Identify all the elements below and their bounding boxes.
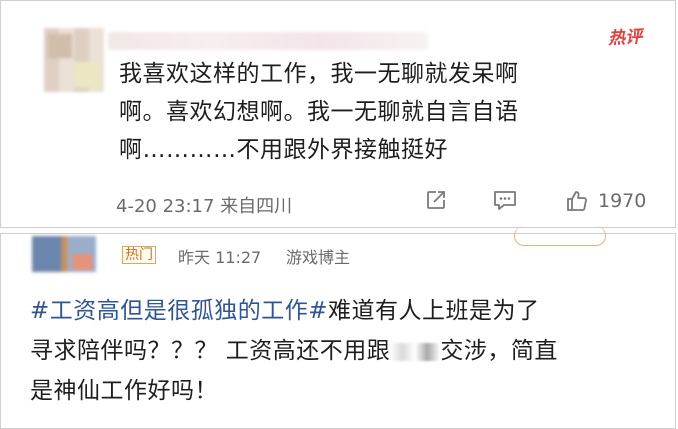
post-text-span: 寻求陪伴吗？？？ 工资高还不用跟 [30, 338, 391, 364]
username-blurred[interactable] [108, 32, 428, 50]
post-line: 寻求陪伴吗？？？ 工资高还不用跟 交涉，简直 [30, 331, 660, 371]
comment-line: 我喜欢这样的工作，我一无聊就发呆啊 [119, 61, 519, 87]
hashtag-link[interactable]: #工资高但是很孤独的工作# [30, 298, 328, 324]
comment-line: 啊…………不用跟外界接触挺好 [119, 137, 448, 163]
comment-text: 我喜欢这样的工作，我一无聊就发呆啊 啊。喜欢幻想啊。我一无聊就自言自语 啊………… [119, 55, 639, 169]
post-line: #工资高但是很孤独的工作#难道有人上班是为了 [30, 291, 660, 331]
like-count: 1970 [598, 190, 647, 212]
share-button[interactable] [424, 188, 448, 212]
post-text-span: 交涉，简直 [440, 338, 558, 364]
user-avatar[interactable] [44, 28, 104, 92]
post-text: #工资高但是很孤独的工作#难道有人上班是为了 寻求陪伴吗？？？ 工资高还不用跟 交… [30, 291, 660, 411]
masked-text [390, 342, 441, 361]
post-text-span: 难道有人上班是为了 [328, 298, 540, 324]
user-title: 游戏博主 [286, 248, 351, 267]
thumbs-up-icon [567, 191, 587, 211]
hot-tag-badge: 热门 [122, 246, 156, 264]
comment-icon [494, 191, 516, 210]
hot-comment-badge: 热评 [607, 27, 643, 49]
post-line: 是神仙工作好吗！ [30, 378, 218, 404]
follow-button[interactable] [514, 226, 606, 246]
share-icon [427, 191, 445, 209]
like-button[interactable]: 1970 [564, 188, 646, 214]
comment-actions: 1970 [0, 188, 678, 220]
user-avatar[interactable] [32, 236, 96, 272]
comment-line: 啊。喜欢幻想啊。我一无聊就自言自语 [119, 99, 519, 125]
post-time: 昨天 11:27 [178, 248, 262, 267]
comment-button[interactable] [492, 188, 518, 212]
